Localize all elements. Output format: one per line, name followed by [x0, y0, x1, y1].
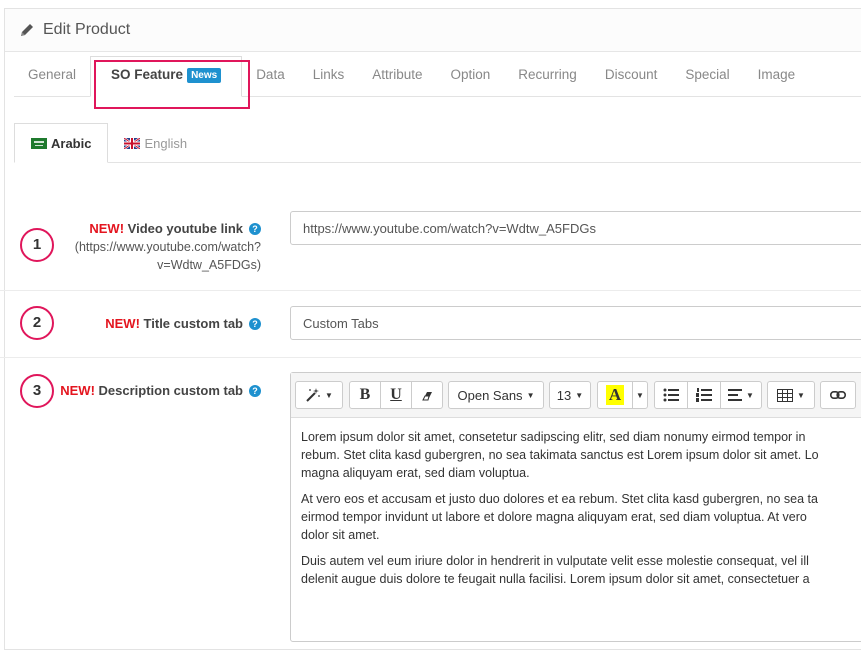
field-hint: v=Wdtw_A5FDGs): [157, 258, 261, 272]
new-tag: NEW!: [89, 221, 125, 236]
uk-flag-icon: [124, 138, 141, 149]
tab-links[interactable]: Links: [299, 67, 359, 96]
editor-content[interactable]: Lorem ipsum dolor sit amet, consetetur s…: [291, 418, 861, 606]
field-hint: (https://www.youtube.com/watch?: [74, 240, 261, 254]
bullet-list-icon: [663, 388, 679, 402]
font-family-select[interactable]: Open Sans ▼: [448, 381, 544, 409]
tab-label: Option: [450, 67, 491, 82]
tab-language-english[interactable]: English: [108, 136, 203, 162]
tab-label: Attribute: [372, 67, 423, 82]
pencil-icon: [21, 24, 33, 36]
description-tab-label: NEW! Description custom tab?: [1, 382, 261, 400]
chevron-down-icon: ▼: [575, 390, 584, 400]
format-group: B U: [349, 381, 443, 409]
list-group: ▼: [654, 381, 762, 409]
tab-attribute[interactable]: Attribute: [358, 67, 436, 96]
text-line: Lorem ipsum dolor sit amet, consetetur s…: [301, 430, 806, 444]
tab-so-feature[interactable]: SO Feature News: [90, 56, 243, 97]
field-label-text: Title custom tab: [143, 316, 243, 331]
row-divider: [0, 290, 861, 291]
bold-button[interactable]: B: [349, 381, 381, 409]
tab-label: SO Feature: [111, 67, 184, 82]
language-label: Arabic: [51, 136, 92, 151]
underline-button[interactable]: U: [380, 381, 412, 409]
tab-label: Discount: [604, 67, 658, 82]
text-line: magna aliquyam erat, sed diam voluptua.: [301, 466, 530, 480]
tab-label: Special: [685, 67, 730, 82]
chevron-down-icon: ▼: [325, 390, 333, 400]
help-icon[interactable]: ?: [249, 385, 261, 397]
chevron-down-icon: ▼: [526, 390, 535, 400]
color-group: A ▼: [597, 381, 648, 409]
style-magic-button[interactable]: ▼: [295, 381, 343, 409]
title-tab-label: NEW! Title custom tab?: [1, 315, 261, 333]
rich-text-editor[interactable]: ▼ B U Open Sans ▼ 13 ▼ A ▼ ▼ ▼ Lorem ips…: [290, 372, 861, 642]
row-divider: [0, 357, 861, 358]
tab-label: Links: [312, 67, 345, 82]
new-tag: NEW!: [60, 383, 95, 398]
editor-paragraph: Lorem ipsum dolor sit amet, consetetur s…: [301, 428, 861, 482]
panel-heading: Edit Product: [5, 9, 861, 52]
title-tab-input[interactable]: [290, 306, 861, 340]
ordered-list-button[interactable]: [687, 381, 721, 409]
text-line: delenit augue duis dolore te feugait nul…: [301, 572, 810, 586]
align-left-icon: [728, 389, 743, 401]
video-link-label: NEW! Video youtube link? (https://www.yo…: [1, 220, 261, 274]
tab-language-arabic[interactable]: Arabic: [14, 123, 109, 163]
field-label-text: Video youtube link: [127, 221, 243, 236]
magic-wand-icon: [306, 388, 320, 402]
tab-data[interactable]: Data: [242, 67, 299, 96]
table-icon: [777, 388, 794, 402]
page-title: Edit Product: [43, 21, 131, 38]
video-link-input[interactable]: [290, 211, 861, 245]
chevron-down-icon: ▼: [797, 390, 805, 400]
help-icon[interactable]: ?: [249, 318, 261, 330]
language-label: English: [144, 136, 188, 151]
tab-special[interactable]: Special: [671, 67, 743, 96]
field-label-text: Description custom tab: [98, 383, 243, 398]
font-size-select[interactable]: 13 ▼: [549, 381, 591, 409]
font-size-value: 13: [556, 387, 572, 403]
font-family-value: Open Sans: [457, 387, 523, 403]
language-tabs: Arabic English: [14, 122, 861, 163]
clear-format-button[interactable]: [411, 381, 443, 409]
help-icon[interactable]: ?: [249, 223, 261, 235]
text-line: Duis autem vel eum iriure dolor in hendr…: [301, 554, 809, 568]
tab-discount[interactable]: Discount: [591, 67, 672, 96]
numbered-list-icon: [696, 388, 712, 402]
color-dropdown-button[interactable]: ▼: [632, 381, 648, 409]
news-badge: News: [187, 68, 222, 83]
unordered-list-button[interactable]: [654, 381, 688, 409]
text-line: eirmod tempor invidunt ut labore et dolo…: [301, 510, 807, 524]
product-tabs: General SO Feature News Data Links Attrib…: [14, 56, 861, 97]
link-button[interactable]: [820, 381, 856, 409]
highlight-a-icon: A: [605, 385, 625, 405]
paragraph-align-button[interactable]: ▼: [720, 381, 762, 409]
text-line: At vero eos et accusam et justo duo dolo…: [301, 492, 818, 506]
tab-image[interactable]: Image: [744, 67, 810, 96]
tab-option[interactable]: Option: [437, 67, 505, 96]
new-tag: NEW!: [105, 316, 140, 331]
text-line: dolor sit amet.: [301, 528, 380, 542]
tab-label: Data: [256, 67, 285, 82]
tab-recurring[interactable]: Recurring: [504, 67, 591, 96]
link-icon: [830, 390, 846, 400]
chevron-down-icon: ▼: [636, 390, 644, 400]
editor-paragraph: Duis autem vel eum iriure dolor in hendr…: [301, 552, 861, 588]
text-color-button[interactable]: A: [597, 381, 633, 409]
sa-flag-icon: [31, 138, 47, 149]
tab-label: Image: [757, 67, 796, 82]
chevron-down-icon: ▼: [746, 390, 754, 400]
table-button[interactable]: ▼: [767, 381, 815, 409]
tab-label: General: [28, 67, 77, 82]
text-line: rebum. Stet clita kasd gubergren, no sea…: [301, 448, 819, 462]
eraser-icon: [421, 391, 432, 400]
tab-general[interactable]: General: [14, 67, 90, 96]
editor-toolbar: ▼ B U Open Sans ▼ 13 ▼ A ▼ ▼ ▼: [291, 373, 861, 418]
editor-paragraph: At vero eos et accusam et justo duo dolo…: [301, 490, 861, 544]
tab-label: Recurring: [518, 67, 577, 82]
